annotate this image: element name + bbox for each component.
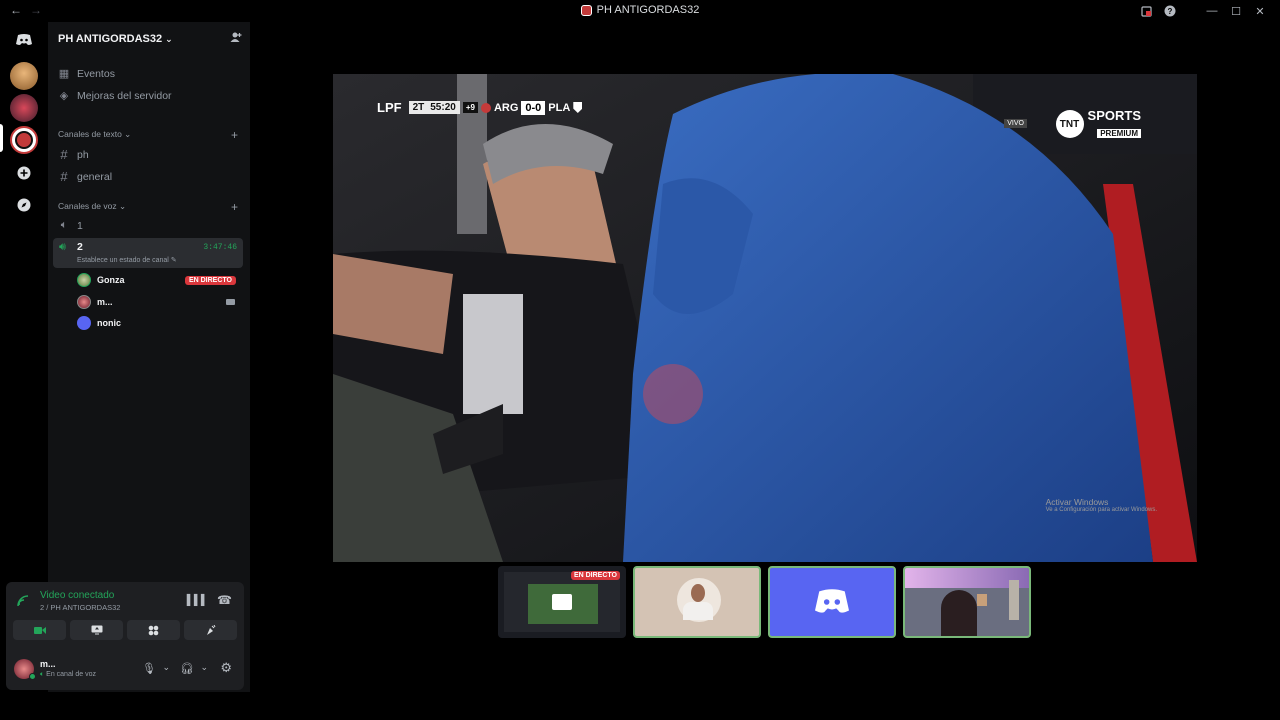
voice-user-m[interactable]: m... <box>77 293 243 311</box>
live-stream-video[interactable]: LPF 2T 55:20 +9 ARG 0-0 PLA VIVO TNT SPOR… <box>333 74 1197 562</box>
connection-location: 2 / PH ANTIGORDAS32 <box>40 603 121 612</box>
scoreboard: LPF 2T 55:20 +9 ARG 0-0 PLA <box>377 100 583 115</box>
server-icon <box>580 4 592 16</box>
current-user-status: 🔈︎ En canal de voz <box>40 671 96 678</box>
speaker-icon: 🔈︎ <box>40 671 45 678</box>
channel-general[interactable]: # general <box>58 169 244 184</box>
away-crest-icon <box>573 102 583 113</box>
voice-user-nonic[interactable]: nonic <box>77 314 243 332</box>
help-icon[interactable]: ? <box>1158 3 1182 19</box>
maximize-icon[interactable]: ☐ <box>1224 3 1248 19</box>
avatar <box>77 295 91 309</box>
add-voice-channel-icon[interactable]: + <box>231 200 238 214</box>
signal-icon[interactable] <box>16 594 30 613</box>
voice-channel-1[interactable]: 🔈︎ 1 <box>58 219 244 232</box>
add-text-channel-icon[interactable]: + <box>231 128 238 142</box>
call-timer: 3:47:46 <box>203 243 237 252</box>
text-channels-category[interactable]: Canales de texto ⌄ + <box>58 128 244 142</box>
online-status-dot <box>29 673 36 680</box>
selected-server-indicator <box>0 124 3 152</box>
headphones-icon[interactable]: 🎧︎ <box>180 662 194 675</box>
chevron-down-icon: ⌄ <box>118 201 127 211</box>
server-name[interactable]: PH ANTIGORDAS32 ⌄ <box>58 33 173 45</box>
activities-button[interactable] <box>127 620 180 640</box>
participant-thumbnails: EN DIRECTO <box>498 566 1031 640</box>
voice-channel-2[interactable]: 🔊︎ 2 3:47:46 Establece un estado de cana… <box>53 238 243 268</box>
minimize-icon[interactable]: — <box>1200 3 1224 19</box>
connection-status[interactable]: Video conectado <box>40 590 114 601</box>
person-icon <box>941 590 977 636</box>
voice-channels-category[interactable]: Canales de voz ⌄ + <box>58 200 244 214</box>
set-channel-status[interactable]: Establece un estado de canal ✎ <box>77 256 177 264</box>
discord-logo-icon <box>815 589 849 613</box>
chevron-down-icon[interactable]: ⌄ <box>200 662 208 673</box>
chevron-down-icon[interactable]: ⌄ <box>162 662 170 673</box>
current-user-name[interactable]: m... <box>40 659 56 669</box>
thumbnail-nonic[interactable] <box>768 566 896 638</box>
camera-button[interactable] <box>13 620 66 640</box>
added-time: +9 <box>462 102 478 113</box>
league-label: LPF <box>377 100 402 115</box>
hashtag-icon: # <box>60 169 68 184</box>
invite-people-icon[interactable] <box>230 30 242 48</box>
thumbnail-gonza[interactable] <box>633 566 761 638</box>
chevron-down-icon: ⌄ <box>165 34 173 44</box>
close-icon[interactable]: ✕ <box>1248 3 1272 19</box>
channel-ph[interactable]: # ph <box>58 147 244 162</box>
activation-watermark: Activar Windows Ve a Configuración para … <box>1045 497 1157 513</box>
noise-suppression-icon[interactable]: ▌▌▌ <box>187 595 208 606</box>
soundboard-button[interactable] <box>184 620 237 640</box>
person-icon <box>691 584 705 602</box>
add-server-icon[interactable] <box>10 159 38 187</box>
explore-icon[interactable] <box>10 191 38 219</box>
camera-icon <box>33 626 46 634</box>
settings-gear-icon[interactable]: ⚙ <box>220 660 232 676</box>
server-avatar-1[interactable] <box>10 62 38 90</box>
thumbnail-user-camera[interactable] <box>903 566 1031 638</box>
match-clock: 2T 55:20 <box>408 101 460 114</box>
live-badge: EN DIRECTO <box>184 275 236 285</box>
speaker-active-icon: 🔊︎ <box>59 241 66 253</box>
voice-connection-panel: Video conectado 2 / PH ANTIGORDAS32 ▌▌▌ … <box>6 582 244 690</box>
screen-share-button[interactable] <box>70 620 123 640</box>
live-tag: VIVO <box>1004 119 1027 128</box>
events-link[interactable]: ▦ Eventos <box>58 67 244 81</box>
home-team: ARG <box>493 101 519 114</box>
broadcaster-logo: TNT SPORTS PREMIUM <box>1055 108 1141 141</box>
disconnect-icon[interactable]: ☎ <box>217 593 232 607</box>
tnt-logo-icon: TNT <box>1055 110 1084 138</box>
avatar <box>77 273 91 287</box>
server-avatar-selected[interactable] <box>10 126 38 154</box>
live-badge: EN DIRECTO <box>570 571 620 580</box>
server-boosts-link[interactable]: ◈ Mejoras del servidor <box>58 89 244 103</box>
window-title: PH ANTIGORDAS32 <box>0 4 1280 16</box>
stream-frame <box>333 74 1197 562</box>
activities-icon <box>148 625 159 635</box>
screen-share-icon <box>91 625 102 635</box>
title-bar: ← → PH ANTIGORDAS32 ? — ☐ ✕ <box>0 0 1280 22</box>
server-avatar-2[interactable] <box>10 94 38 122</box>
stream-stage: LPF 2T 55:20 +9 ARG 0-0 PLA VIVO TNT SPOR… <box>250 22 1280 720</box>
boost-icon: ◈ <box>59 90 69 102</box>
away-team: PLA <box>548 101 571 114</box>
speaker-icon: 🔈︎ <box>60 219 68 231</box>
camera-icon <box>226 299 235 305</box>
screen-share-icon <box>552 594 572 610</box>
hashtag-icon: # <box>60 147 68 162</box>
home-crest-icon <box>480 102 491 113</box>
score: 0-0 <box>521 100 546 115</box>
discord-home-icon[interactable] <box>10 26 38 54</box>
voice-user-gonza[interactable]: Gonza EN DIRECTO <box>77 271 243 289</box>
chevron-down-icon: ⌄ <box>124 129 132 139</box>
avatar <box>77 316 91 330</box>
microphone-icon[interactable]: 🎙︎ <box>142 662 156 675</box>
thumbnail-screen-share[interactable]: EN DIRECTO <box>498 566 626 638</box>
inbox-icon[interactable] <box>1134 3 1158 19</box>
pencil-icon: ✎ <box>170 257 177 264</box>
calendar-icon: ▦ <box>58 68 70 80</box>
server-header[interactable]: PH ANTIGORDAS32 ⌄ <box>58 30 242 48</box>
svg-text:?: ? <box>1168 7 1173 16</box>
soundboard-icon <box>207 624 216 635</box>
